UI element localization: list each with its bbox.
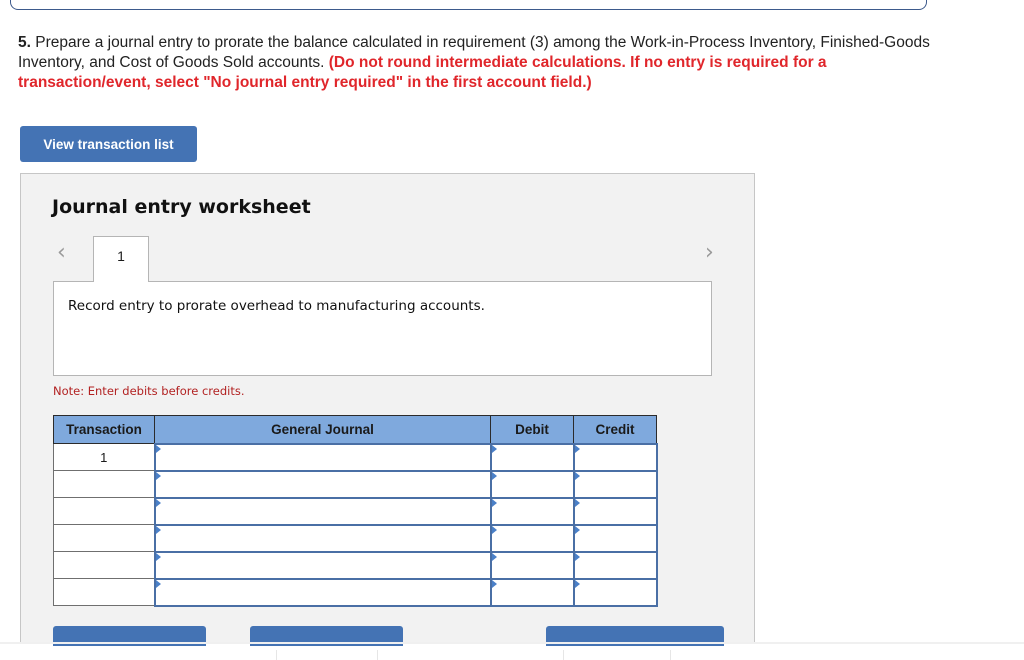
header-general-journal: General Journal	[154, 415, 491, 444]
journal-entry-worksheet: Journal entry worksheet ‹ › 1 Record ent…	[20, 173, 755, 646]
question-text: 5. Prepare a journal entry to prorate th…	[18, 33, 948, 93]
credit-field[interactable]	[572, 496, 658, 526]
chevron-right-icon[interactable]: ›	[705, 242, 714, 264]
transaction-cell	[53, 470, 155, 498]
debit-field[interactable]	[489, 469, 575, 499]
tab-transaction-1[interactable]: 1	[93, 236, 149, 282]
account-field[interactable]	[153, 523, 492, 553]
question-number: 5.	[18, 34, 31, 51]
account-field[interactable]	[153, 550, 492, 580]
debit-field[interactable]	[489, 550, 575, 580]
table-row	[53, 496, 658, 526]
debit-field[interactable]	[489, 577, 575, 607]
debit-field[interactable]	[489, 523, 575, 553]
header-debit: Debit	[490, 415, 574, 444]
debit-field[interactable]	[489, 442, 575, 472]
view-transaction-list-button[interactable]: View transaction list	[20, 126, 197, 162]
transaction-cell	[53, 524, 155, 552]
credit-field[interactable]	[572, 469, 658, 499]
transaction-cell	[53, 497, 155, 525]
journal-table: Transaction General Journal Debit Credit…	[53, 415, 658, 607]
account-field[interactable]	[153, 469, 492, 499]
credit-field[interactable]	[572, 523, 658, 553]
debit-field[interactable]	[489, 496, 575, 526]
transaction-description: Record entry to prorate overhead to manu…	[68, 298, 485, 314]
footer-separator	[276, 650, 277, 660]
table-row	[53, 523, 658, 553]
footer-divider	[0, 642, 1024, 644]
credit-field[interactable]	[572, 550, 658, 580]
transaction-description-box: Record entry to prorate overhead to manu…	[53, 281, 712, 376]
header-credit: Credit	[573, 415, 657, 444]
footer-separator	[377, 650, 378, 660]
note-text: Note: Enter debits before credits.	[53, 384, 245, 398]
credit-field[interactable]	[572, 442, 658, 472]
account-field[interactable]	[153, 496, 492, 526]
previous-answer-box	[10, 0, 927, 10]
footer-separator	[563, 650, 564, 660]
chevron-left-icon[interactable]: ‹	[57, 242, 66, 264]
table-row: 1	[53, 442, 658, 472]
credit-field[interactable]	[572, 577, 658, 607]
journal-header-row: Transaction General Journal Debit Credit	[53, 415, 657, 444]
table-row	[53, 469, 658, 499]
table-row	[53, 577, 658, 607]
worksheet-title: Journal entry worksheet	[52, 196, 311, 218]
tab-label: 1	[117, 248, 125, 264]
table-row	[53, 550, 658, 580]
footer-separator	[670, 650, 671, 660]
transaction-cell	[53, 578, 155, 606]
account-field[interactable]	[153, 577, 492, 607]
account-field[interactable]	[153, 442, 492, 472]
transaction-cell: 1	[53, 443, 155, 471]
header-transaction: Transaction	[53, 415, 155, 444]
transaction-cell	[53, 551, 155, 579]
